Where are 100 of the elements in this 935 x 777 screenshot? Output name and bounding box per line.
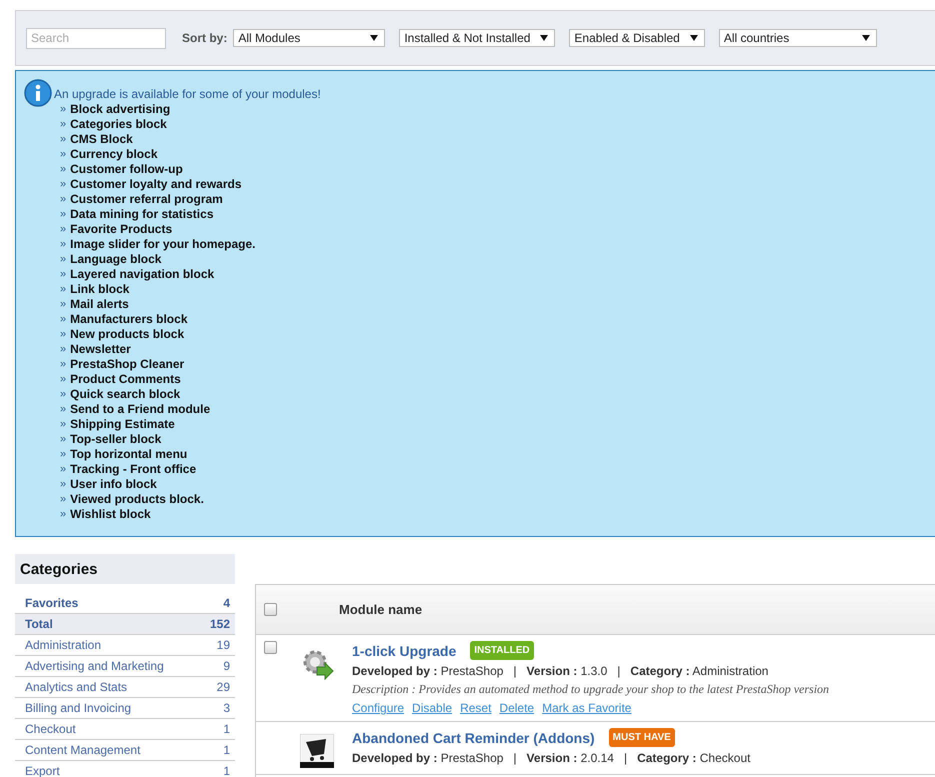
module-name: Tracking - Front office <box>70 462 196 477</box>
module-logo-icon <box>300 734 334 768</box>
module-name: Categories block <box>70 117 167 132</box>
bullet-mark: » <box>60 312 66 327</box>
bullet-mark: » <box>60 147 66 162</box>
module-name: CMS Block <box>70 132 133 147</box>
module-name: Currency block <box>70 147 158 162</box>
action-link[interactable]: Mark as Favorite <box>542 701 632 715</box>
bullet-mark: » <box>60 507 66 522</box>
developer-info: Developed by : PrestaShop <box>352 751 504 765</box>
bullet-mark: » <box>60 297 66 312</box>
sort-label: Sort by: <box>182 31 228 45</box>
action-link[interactable]: Reset <box>460 701 492 715</box>
caret-icon <box>862 35 870 41</box>
bullet-mark: » <box>60 492 66 507</box>
status-badge: INSTALLED <box>470 641 534 660</box>
bullet-mark: » <box>60 402 66 417</box>
category-item[interactable]: Analytics and Stats 29 <box>15 677 235 698</box>
caret-icon <box>370 35 378 41</box>
module-name: Data mining for statistics <box>70 207 214 222</box>
bullet-mark: » <box>60 432 66 447</box>
module-name: Top horizontal menu <box>70 447 188 462</box>
select-all-checkbox[interactable] <box>264 603 277 616</box>
bullet-mark: » <box>60 387 66 402</box>
category-info: Category : Checkout <box>637 751 750 765</box>
upgrade-message: An upgrade is available for some of your modules! <box>54 87 321 102</box>
bullet-mark: » <box>60 267 66 282</box>
separator-mark: | <box>624 751 628 765</box>
filter-dropdown[interactable]: All countries <box>718 29 877 47</box>
category-item[interactable]: Administration 19 <box>15 635 235 656</box>
module-name: Link block <box>70 282 130 297</box>
bullet-mark: » <box>60 192 66 207</box>
caret-icon <box>540 35 548 41</box>
action-link[interactable]: Delete <box>499 701 534 715</box>
module-name: Quick search block <box>70 387 180 402</box>
separator-mark: | <box>617 664 620 678</box>
action-link[interactable]: Disable <box>412 701 452 715</box>
bullet-mark: » <box>60 417 66 432</box>
status-badge: MUST HAVE <box>608 728 675 747</box>
separator-mark: | <box>513 664 517 678</box>
categories-title: Categories <box>15 554 235 584</box>
bullet-mark: » <box>60 282 66 297</box>
module-name: Wishlist block <box>70 507 151 522</box>
separator-mark: | <box>513 751 517 765</box>
module-name: Newsletter <box>70 342 131 357</box>
module-name: Manufacturers block <box>70 312 188 327</box>
bullet-mark: » <box>60 207 66 222</box>
action-link[interactable]: Configure <box>352 701 404 715</box>
module-name: PrestaShop Cleaner <box>70 357 184 372</box>
category-item[interactable]: Total 152 <box>15 614 235 635</box>
bullet-mark: » <box>60 237 66 252</box>
module-name: Block advertising <box>70 102 170 117</box>
module-title[interactable]: Abandoned Cart Reminder (Addons) <box>352 730 595 746</box>
category-info: Category : Administration <box>630 664 768 678</box>
version-info: Version : 1.3.0 <box>526 664 608 678</box>
module-description: Description : Provides an automated method to upgrade your shop to the latest PrestaShop version <box>352 682 830 697</box>
row-checkbox[interactable] <box>264 641 277 654</box>
module-name: Customer follow-up <box>70 162 183 177</box>
module-name: Customer loyalty and rewards <box>70 177 242 192</box>
module-name: New products block <box>70 327 184 342</box>
filter-dropdown[interactable]: All Modules <box>233 29 386 47</box>
bullet-mark: » <box>60 177 66 192</box>
developer-info: Developed by : PrestaShop <box>352 664 504 678</box>
module-name: Shipping Estimate <box>70 417 175 432</box>
filter-dropdown[interactable]: Installed & Not Installed <box>399 29 556 47</box>
module-title[interactable]: 1-click Upgrade <box>352 642 456 658</box>
version-info: Version : 2.0.14 <box>526 751 614 765</box>
bullet-mark: » <box>60 102 66 117</box>
category-item[interactable]: Checkout 1 <box>15 719 235 740</box>
module-name: Layered navigation block <box>70 267 214 282</box>
module-name: User info block <box>70 477 157 492</box>
module-name: Language block <box>70 252 162 267</box>
category-item[interactable]: Billing and Invoicing 3 <box>15 698 235 719</box>
bullet-mark: » <box>60 372 66 387</box>
module-name: Top-seller block <box>70 432 162 447</box>
category-item[interactable]: Content Management 1 <box>15 740 235 761</box>
search-field[interactable]: Search <box>26 28 166 48</box>
module-name: Product Comments <box>70 372 181 387</box>
module-name: Favorite Products <box>70 222 172 237</box>
module-name: Viewed products block. <box>70 492 204 507</box>
bullet-mark: » <box>60 327 66 342</box>
category-item[interactable]: Advertising and Marketing 9 <box>15 656 235 677</box>
column-header: Module name <box>339 602 422 617</box>
module-name: Mail alerts <box>70 297 129 312</box>
bullet-mark: » <box>60 462 66 477</box>
module-name: Customer referral program <box>70 192 223 207</box>
caret-icon <box>690 35 698 41</box>
filter-dropdown[interactable]: Enabled & Disabled <box>569 29 705 47</box>
bullet-mark: » <box>60 252 66 267</box>
bullet-mark: » <box>60 342 66 357</box>
bullet-mark: » <box>60 222 66 237</box>
bullet-mark: » <box>60 117 66 132</box>
module-name: Image slider for your homepage. <box>70 237 256 252</box>
bullet-mark: » <box>60 477 66 492</box>
info-icon <box>24 79 52 107</box>
module-name: Send to a Friend module <box>70 402 210 417</box>
bullet-mark: » <box>60 447 66 462</box>
bullet-mark: » <box>60 357 66 372</box>
bullet-mark: » <box>60 132 66 147</box>
bullet-mark: » <box>60 162 66 177</box>
